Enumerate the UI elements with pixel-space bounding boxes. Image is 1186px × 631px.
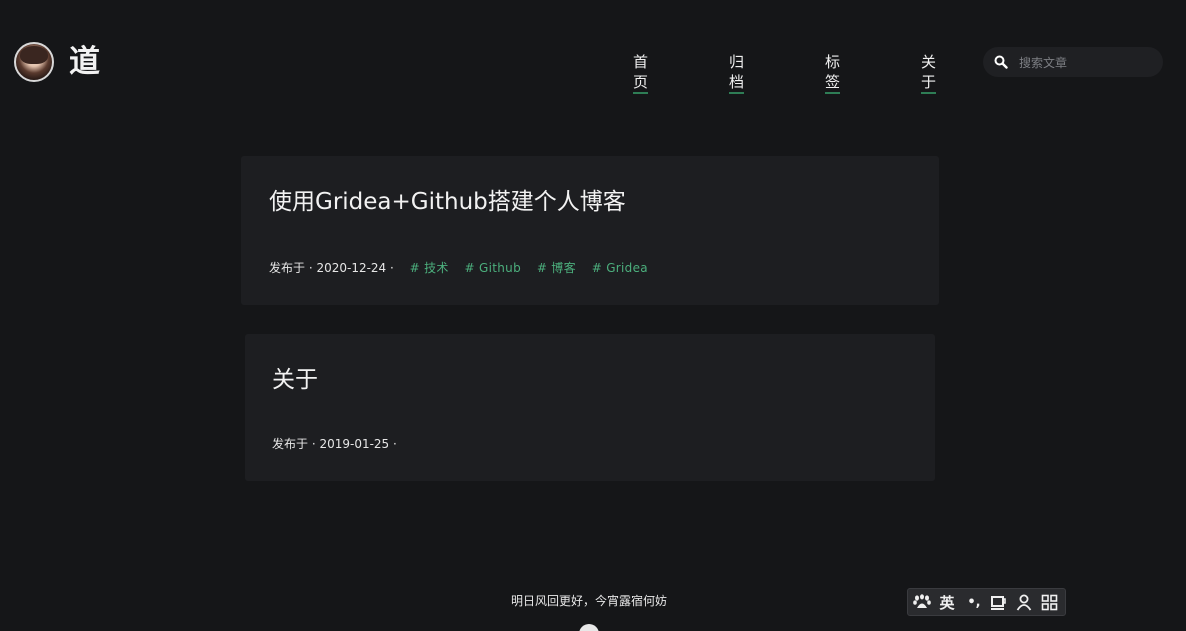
post-title[interactable]: 使用Gridea+Github搭建个人博客 xyxy=(269,187,626,217)
post-card[interactable]: 使用Gridea+Github搭建个人博客 发布于 · 2020-12-24 ·… xyxy=(241,156,939,305)
nav-item-about[interactable]: 关于 xyxy=(921,52,937,94)
search-box xyxy=(983,47,1163,77)
nav-item-archive[interactable]: 归档 xyxy=(729,52,745,94)
search-input[interactable] xyxy=(1017,51,1157,75)
post-date: 发布于 · 2019-01-25 · xyxy=(272,437,397,451)
post-tag[interactable]: # Github xyxy=(465,261,521,275)
post-card[interactable]: 关于 发布于 · 2019-01-25 · xyxy=(245,334,935,481)
nav-item-tags[interactable]: 标签 xyxy=(825,52,841,94)
post-meta: 发布于 · 2020-12-24 · # 技术 # Github # 博客 # … xyxy=(269,260,648,276)
site-title[interactable]: 道 xyxy=(69,40,100,84)
post-date: 发布于 · 2020-12-24 · xyxy=(269,261,394,275)
post-title[interactable]: 关于 xyxy=(272,365,318,395)
post-tag[interactable]: # Gridea xyxy=(592,261,648,275)
grid-icon[interactable] xyxy=(1041,594,1058,611)
post-meta: 发布于 · 2019-01-25 · xyxy=(272,436,397,452)
ime-punctuation-toggle[interactable]: •, xyxy=(964,593,984,613)
header: 道 首页 归档 标签 关于 xyxy=(0,0,1186,124)
ime-language-toggle[interactable]: 英 xyxy=(937,593,957,613)
post-tag[interactable]: # 技术 xyxy=(410,261,449,275)
nav-item-home[interactable]: 首页 xyxy=(633,52,649,94)
user-icon[interactable] xyxy=(1016,594,1032,611)
search-icon xyxy=(994,55,1008,69)
paw-icon[interactable] xyxy=(913,594,931,610)
github-icon[interactable] xyxy=(579,624,599,631)
page: 道 首页 归档 标签 关于 使用Gridea+Github搭建个人博客 发布于 … xyxy=(0,0,1186,631)
avatar-hair xyxy=(20,46,48,64)
post-tag[interactable]: # 博客 xyxy=(537,261,576,275)
ime-toolbar: 英 •, xyxy=(907,588,1066,616)
cup-icon[interactable] xyxy=(990,594,1008,611)
avatar[interactable] xyxy=(14,42,54,82)
